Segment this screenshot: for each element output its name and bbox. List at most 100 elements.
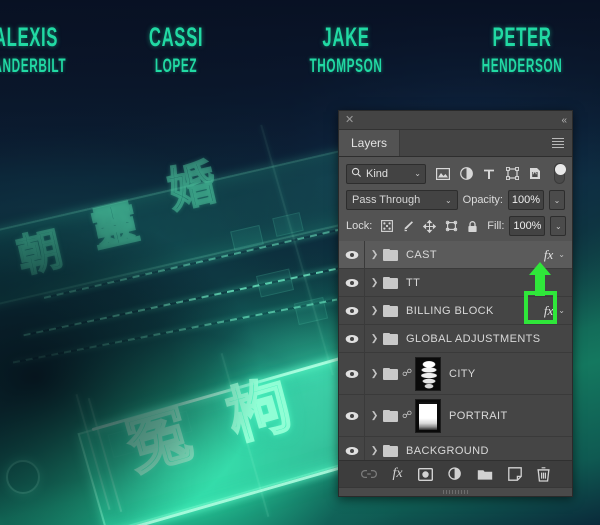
folder-icon <box>383 304 398 317</box>
blend-mode-value: Pass Through <box>352 194 421 206</box>
visibility-toggle[interactable] <box>339 395 365 436</box>
layer-row-cast[interactable]: ❯ CAST fx ⌄ <box>339 241 572 269</box>
visibility-toggle[interactable] <box>339 325 365 352</box>
fill-input[interactable]: 100% <box>509 216 546 236</box>
add-layer-mask-icon[interactable] <box>417 467 433 481</box>
credit-4-first-name: PETER <box>492 22 552 52</box>
layer-name: PORTRAIT <box>449 409 508 422</box>
folder-icon <box>383 276 398 289</box>
folder-icon <box>383 332 398 345</box>
neon-glyph-3: 婚 <box>162 154 223 221</box>
pixel-layer-filter-icon[interactable] <box>436 167 450 181</box>
expand-group-chevron-icon[interactable]: ❯ <box>368 410 381 421</box>
chevron-down-icon: ⌄ <box>444 195 452 205</box>
lock-all-icon[interactable] <box>467 220 478 233</box>
panel-tab-row: Layers <box>339 130 572 157</box>
link-layers-icon[interactable] <box>361 469 378 479</box>
blend-mode-select[interactable]: Pass Through ⌄ <box>346 190 458 210</box>
layer-row-billing-block[interactable]: ❯ BILLING BLOCK fx ⌄ <box>339 297 572 325</box>
expand-group-chevron-icon[interactable]: ❯ <box>368 277 381 288</box>
layers-panel-footer: fx <box>339 460 572 487</box>
filter-enable-toggle[interactable] <box>554 163 566 184</box>
close-icon[interactable]: ✕ <box>345 114 354 126</box>
layers-list: ❯ CAST fx ⌄ ❯ TT ❯ BILLING BLOCK fx ⌄ ❯ … <box>339 241 572 460</box>
eye-icon <box>345 250 359 259</box>
layer-row-tt[interactable]: ❯ TT <box>339 269 572 297</box>
layer-row-city[interactable]: ❯ ☍ CITY <box>339 353 572 395</box>
layer-fx-icon[interactable]: fx <box>544 247 553 263</box>
neon-glyph-2: 靈 <box>86 194 144 258</box>
credit-4: PETER HENDERSON <box>440 22 600 78</box>
fill-label: Fill: <box>487 220 505 232</box>
eye-icon <box>345 278 359 287</box>
lock-row: Lock: Fill: 100% ⌄ <box>346 216 567 236</box>
eye-icon <box>345 411 359 420</box>
new-adjustment-layer-icon[interactable] <box>447 467 462 481</box>
new-group-icon[interactable] <box>477 468 493 481</box>
tab-layers-label: Layers <box>351 136 388 150</box>
link-mask-icon[interactable]: ☍ <box>402 410 412 421</box>
visibility-toggle[interactable] <box>339 269 365 296</box>
delete-layer-icon[interactable] <box>536 466 550 482</box>
visibility-toggle[interactable] <box>339 437 365 460</box>
link-mask-icon[interactable]: ☍ <box>402 368 412 379</box>
layer-fx-group: fx ⌄ <box>544 247 572 263</box>
shape-layer-filter-icon[interactable] <box>505 167 519 181</box>
layer-row-portrait[interactable]: ❯ ☍ PORTRAIT <box>339 395 572 437</box>
street-lamp <box>6 460 40 494</box>
lock-image-pixels-icon[interactable] <box>402 220 414 233</box>
credit-1-last-name: VANDERBILT <box>0 56 67 77</box>
credit-2-first-name: CASSI <box>148 22 204 52</box>
filter-row: Kind ⌄ <box>346 163 566 184</box>
credit-3-last-name: THOMPSON <box>309 56 383 77</box>
layer-fx-icon[interactable]: fx <box>544 303 553 319</box>
expand-fx-chevron-icon[interactable]: ⌄ <box>558 306 565 315</box>
visibility-toggle[interactable] <box>339 241 365 268</box>
fill-slider-chevron-icon[interactable]: ⌄ <box>550 216 567 236</box>
panel-resize-grip[interactable] <box>339 487 572 496</box>
expand-group-chevron-icon[interactable]: ❯ <box>368 305 381 316</box>
add-layer-style-fx-icon[interactable]: fx <box>392 466 402 482</box>
layer-row-background[interactable]: ❯ BACKGROUND <box>339 437 572 460</box>
expand-fx-chevron-icon[interactable]: ⌄ <box>558 250 565 259</box>
layer-name: BACKGROUND <box>406 444 489 457</box>
lock-position-icon[interactable] <box>423 219 437 233</box>
expand-group-chevron-icon[interactable]: ❯ <box>368 368 381 379</box>
opacity-slider-chevron-icon[interactable]: ⌄ <box>549 190 565 210</box>
new-layer-icon[interactable] <box>507 467 522 481</box>
expand-group-chevron-icon[interactable]: ❯ <box>368 445 381 456</box>
layer-name: CAST <box>406 248 437 261</box>
smart-object-filter-icon[interactable] <box>528 167 542 181</box>
layer-controls: Kind ⌄ Pass Through ⌄ Opacity: 100% ⌄ Lo… <box>339 157 572 241</box>
credit-3-first-name: JAKE <box>322 22 370 52</box>
panel-menu-button[interactable] <box>544 130 572 156</box>
layer-name: TT <box>406 276 421 289</box>
layer-mask-thumbnail[interactable] <box>415 356 441 391</box>
type-layer-filter-icon[interactable] <box>482 167 496 181</box>
panel-title-bar: ✕ « <box>339 111 572 130</box>
grip-dots-icon <box>442 490 469 494</box>
hamburger-menu-icon <box>552 136 564 150</box>
visibility-toggle[interactable] <box>339 297 365 324</box>
fill-group: Fill: 100% ⌄ <box>487 216 567 236</box>
opacity-input[interactable]: 100% <box>508 190 544 210</box>
cast-credits-overlay: ALEXIS VANDERBILT CASSI LOPEZ JAKE THOMP… <box>0 0 600 110</box>
expand-group-chevron-icon[interactable]: ❯ <box>368 333 381 344</box>
tab-layers[interactable]: Layers <box>339 130 401 156</box>
layer-row-global-adjustments[interactable]: ❯ GLOBAL ADJUSTMENTS <box>339 325 572 353</box>
visibility-toggle[interactable] <box>339 353 365 394</box>
collapse-panel-icon[interactable]: « <box>561 115 566 126</box>
credit-3: JAKE THOMPSON <box>264 22 428 78</box>
folder-icon <box>383 444 398 457</box>
layer-mask-thumbnail[interactable] <box>415 398 441 433</box>
opacity-label: Opacity: <box>462 194 503 206</box>
neon-glyph-1: 朝 <box>12 223 68 284</box>
adjustment-layer-filter-icon[interactable] <box>459 167 473 181</box>
credit-1: ALEXIS VANDERBILT <box>0 22 108 78</box>
credit-4-last-name: HENDERSON <box>481 56 563 77</box>
lock-transparent-pixels-icon[interactable] <box>381 220 394 233</box>
lock-artboard-nesting-icon[interactable] <box>445 220 458 233</box>
folder-icon <box>383 248 398 261</box>
expand-group-chevron-icon[interactable]: ❯ <box>368 249 381 260</box>
filter-kind-select[interactable]: Kind ⌄ <box>346 163 426 184</box>
